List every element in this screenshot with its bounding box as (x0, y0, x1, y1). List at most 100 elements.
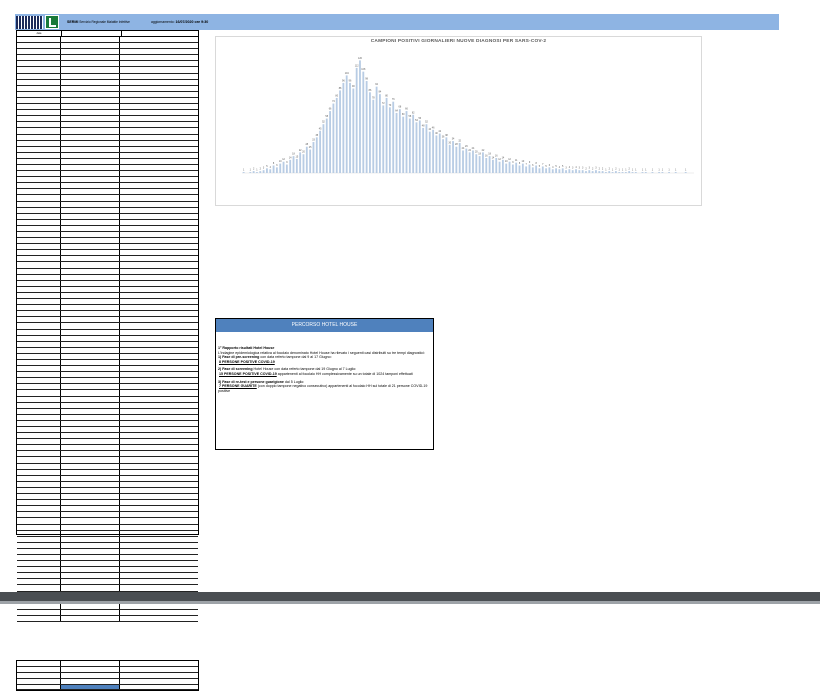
chart-bar (634, 172, 637, 173)
table-cell (61, 561, 120, 567)
table-cell (61, 585, 120, 591)
bar-data-label: 1 (685, 169, 687, 172)
table-cell (61, 500, 120, 506)
table-cell (17, 79, 61, 85)
table-cell (120, 171, 196, 176)
table-cell (120, 451, 196, 456)
table-cell (61, 122, 120, 128)
bar-data-label: 62 (412, 111, 415, 114)
bar-data-label: 1 (250, 169, 252, 172)
table-cell (17, 183, 61, 189)
bar-data-label: 18 (478, 153, 481, 156)
chart-bar (282, 161, 285, 173)
table-cell (17, 97, 61, 104)
update-info: aggiornamento: 16/07/2020 ore 9:30 (151, 20, 208, 24)
bar-data-label: 86 (369, 89, 372, 92)
bar-data-label: 33 (312, 139, 315, 142)
table-cell (61, 43, 120, 49)
table-cell (61, 603, 120, 609)
chart-bar (575, 169, 577, 173)
table-cell (61, 530, 120, 536)
table-cell (17, 256, 61, 262)
table-cell (61, 414, 120, 420)
bar-data-label: 6 (532, 164, 534, 167)
table-cell (17, 335, 61, 341)
chart-bar (345, 75, 348, 173)
chart-bar (408, 118, 411, 173)
table-cell (17, 274, 61, 280)
table-cell (17, 567, 61, 573)
daily-cases-table: data (16, 30, 199, 622)
table-cell (120, 43, 196, 48)
table-cell (17, 341, 61, 347)
table-cell (61, 536, 120, 542)
bar-data-label: 1 (675, 169, 677, 172)
table-cell (17, 469, 61, 475)
table-cell (120, 372, 196, 377)
bar-data-label: 4 (270, 166, 272, 169)
table-cell (120, 342, 196, 347)
table-cell (17, 73, 61, 79)
chart-bar (259, 171, 262, 173)
table-cell (17, 85, 61, 91)
table-cell (120, 421, 196, 426)
chart-bar (472, 150, 474, 173)
chart-bar (402, 116, 405, 173)
chart-bar (495, 157, 498, 173)
chart-bar (332, 103, 335, 173)
chart-bar (614, 171, 617, 173)
bar-data-label: 2 (629, 168, 631, 171)
chart-bar (382, 105, 385, 173)
chart-bar (352, 88, 355, 173)
table-cell (17, 408, 61, 414)
table-cell (120, 427, 196, 432)
org-logo-icon (16, 15, 43, 29)
table-cell (17, 55, 61, 61)
table-cell (120, 80, 196, 85)
chart-bar (438, 133, 441, 173)
chart-bar (485, 157, 488, 173)
chart-bar (608, 171, 611, 173)
table-cell (120, 238, 196, 243)
chart-bar (302, 154, 305, 173)
bar-data-label: 90 (352, 85, 355, 88)
bar-data-label: 66 (405, 108, 408, 111)
table-cell (120, 445, 196, 450)
table-cell (120, 262, 196, 267)
totals-table (16, 660, 199, 692)
table-cell (61, 396, 120, 402)
bar-data-label: 5 (562, 165, 564, 168)
table-cell (120, 457, 196, 462)
chart-bar (256, 172, 258, 173)
bar-data-label: 52 (425, 121, 428, 124)
table-cell (120, 561, 196, 566)
table-cell (17, 311, 61, 317)
bar-data-label: 24 (472, 147, 475, 150)
bar-data-label: 3 (582, 167, 584, 170)
table-cell (17, 445, 61, 451)
table-cell (61, 91, 120, 97)
table-cell (17, 323, 61, 329)
bar-data-label: 2 (585, 168, 587, 171)
table-cell (17, 299, 61, 305)
table-cell (120, 482, 196, 487)
chart-bar (628, 171, 631, 173)
table-cell (61, 213, 120, 219)
chart-bar (565, 170, 567, 173)
bar-data-label: 28 (455, 143, 458, 146)
table-cell (61, 37, 120, 43)
table-cell (61, 49, 120, 55)
bar-data-label: 76 (392, 98, 395, 101)
chart-bar (618, 172, 621, 173)
table-cell (61, 274, 120, 280)
phase2-text: Hotel House con data referto tampone dal… (252, 367, 357, 372)
table-cell (120, 518, 196, 523)
totals-cell (61, 678, 120, 684)
table-cell (17, 134, 61, 140)
chart-bar (605, 172, 607, 173)
table-cell (120, 579, 196, 584)
bar-data-label: 25 (309, 146, 312, 149)
table-cell (120, 195, 196, 200)
chart-bar (501, 159, 504, 173)
totals-cell (120, 685, 196, 690)
